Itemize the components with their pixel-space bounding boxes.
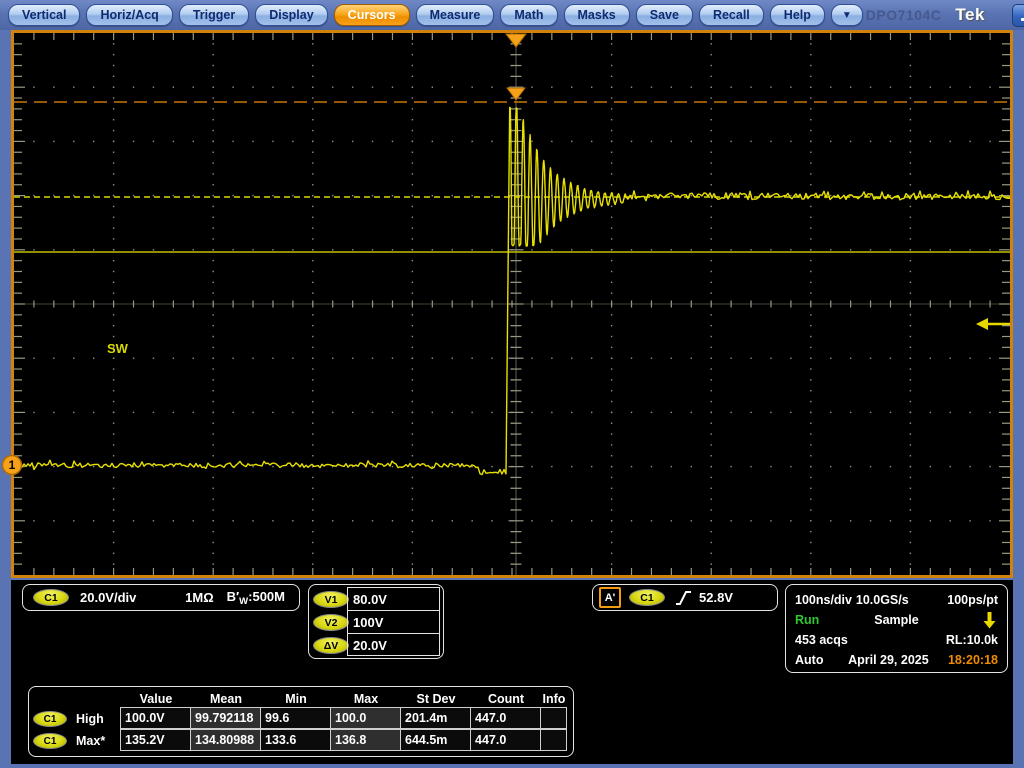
measurement-header-count: Count (471, 690, 541, 708)
cursor-badge-2[interactable]: V2 (313, 614, 349, 631)
cursor-badge-1[interactable]: V1 (313, 591, 349, 608)
measurement-name: High (76, 712, 104, 726)
measurement-cell: 447.0 (470, 729, 541, 751)
channel-badge[interactable]: C1 (33, 589, 69, 606)
menu-dropdown-button[interactable]: ▼ (831, 4, 863, 26)
menu-item-math[interactable]: Math (500, 4, 557, 26)
measurement-header-st-dev: St Dev (401, 690, 471, 708)
tek-logo: Tek (955, 5, 985, 25)
acquisition-readout: 100ns/div 10.0GS/s 100ps/pt Run Sample 4… (785, 584, 1008, 673)
menu-item-masks[interactable]: Masks (564, 4, 630, 26)
channel-impedance: 1MΩ (185, 590, 213, 605)
resolution: 100ps/pt (947, 593, 998, 607)
measurement-header-min: Min (261, 690, 331, 708)
channel-1-marker-label: 1 (9, 458, 16, 472)
acq-mode: Sample (874, 613, 918, 627)
cursor-value-1: 80.0V (348, 588, 439, 611)
measurement-cell: 100.0 (330, 707, 401, 729)
menu-item-display[interactable]: Display (255, 4, 327, 26)
measurement-cell: 447.0 (470, 707, 541, 729)
readout-panel: C1 20.0V/div 1MΩ B′W:500M V1V2ΔV 80.0V10… (11, 580, 1013, 764)
cursor-value-2: 100V (348, 611, 439, 634)
model-label: DPO7104C (866, 7, 942, 23)
measurement-cell: 136.8 (330, 729, 401, 751)
measurement-cell: 201.4m (400, 707, 471, 729)
timebase: 100ns/div (795, 593, 852, 607)
sample-rate: 10.0GS/s (856, 593, 909, 607)
menu-item-trigger[interactable]: Trigger (179, 4, 249, 26)
trigger-level-marker[interactable] (507, 88, 525, 100)
trigger-position-marker[interactable] (506, 34, 526, 47)
trigger-readout[interactable]: A' C1 52.8V (592, 584, 778, 611)
menu-item-horiz-acq[interactable]: Horiz/Acq (86, 4, 172, 26)
cursor-readout[interactable]: V1 V2 ΔV 80.0V100V20.0V (308, 584, 444, 659)
menu-item-help[interactable]: Help (770, 4, 825, 26)
measurement-cell: 99.792118 (190, 707, 261, 729)
measurement-header-value: Value (121, 690, 191, 708)
record-length: RL:10.0k (946, 633, 998, 647)
measurement-cell: 134.80988 (190, 729, 261, 751)
menu-item-vertical[interactable]: Vertical (8, 4, 80, 26)
menu-bar: Vertical Horiz/Acq Trigger Display Cursors Me… (0, 0, 1024, 30)
trigger-level-arrow[interactable] (976, 318, 988, 330)
time-label: 18:20:18 (948, 653, 998, 667)
oscilloscope-graticule: 1SW (14, 33, 1010, 575)
channel-readout[interactable]: C1 20.0V/div 1MΩ B′W:500M (22, 584, 300, 611)
run-status: Run (795, 613, 819, 627)
acquisition-count: 453 acqs (795, 633, 848, 647)
measurement-cell: 133.6 (260, 729, 331, 751)
measurement-header-max: Max (331, 690, 401, 708)
measurement-row-label: C1 Max* (33, 730, 121, 752)
measurement-name: Max* (76, 734, 105, 748)
cursor-badge-3[interactable]: ΔV (313, 637, 349, 654)
date-label: April 29, 2025 (848, 653, 929, 667)
measurement-header-mean: Mean (191, 690, 261, 708)
cursor-value-3: 20.0V (348, 634, 439, 657)
trigger-mode: Auto (795, 653, 823, 667)
channel-scale: 20.0V/div (80, 590, 136, 605)
channel-bandwidth: B′W:500M (227, 589, 285, 607)
measurement-channel-badge[interactable]: C1 (33, 733, 67, 749)
menu-item-save[interactable]: Save (636, 4, 693, 26)
waveform-display[interactable]: 1 SW (11, 30, 1013, 578)
minimize-button[interactable] (1012, 4, 1024, 27)
trigger-level: 52.8V (699, 590, 733, 605)
menu-item-cursors[interactable]: Cursors (334, 4, 410, 26)
measurement-cell: 99.6 (260, 707, 331, 729)
measurement-cell (540, 729, 567, 751)
measurement-channel-badge[interactable]: C1 (33, 711, 67, 727)
waveform-label-sw: SW (107, 341, 129, 356)
trigger-source-badge[interactable]: A' (599, 587, 621, 608)
measurement-cell: 135.2V (120, 729, 191, 751)
menu-item-measure[interactable]: Measure (416, 4, 495, 26)
measurement-table: ValueMeanMinMaxSt DevCountInfo C1 High 100.… (28, 686, 574, 757)
measurement-cell: 100.0V (120, 707, 191, 729)
menu-item-recall[interactable]: Recall (699, 4, 764, 26)
measurement-cell: 644.5m (400, 729, 471, 751)
measurement-header-spacer (33, 690, 121, 708)
trigger-position-arrow-icon (983, 612, 996, 629)
measurement-header-info: Info (541, 690, 567, 708)
rising-edge-icon (675, 589, 692, 607)
trigger-channel-badge[interactable]: C1 (629, 589, 665, 606)
measurement-cell (540, 707, 567, 729)
measurement-row-label: C1 High (33, 708, 121, 730)
